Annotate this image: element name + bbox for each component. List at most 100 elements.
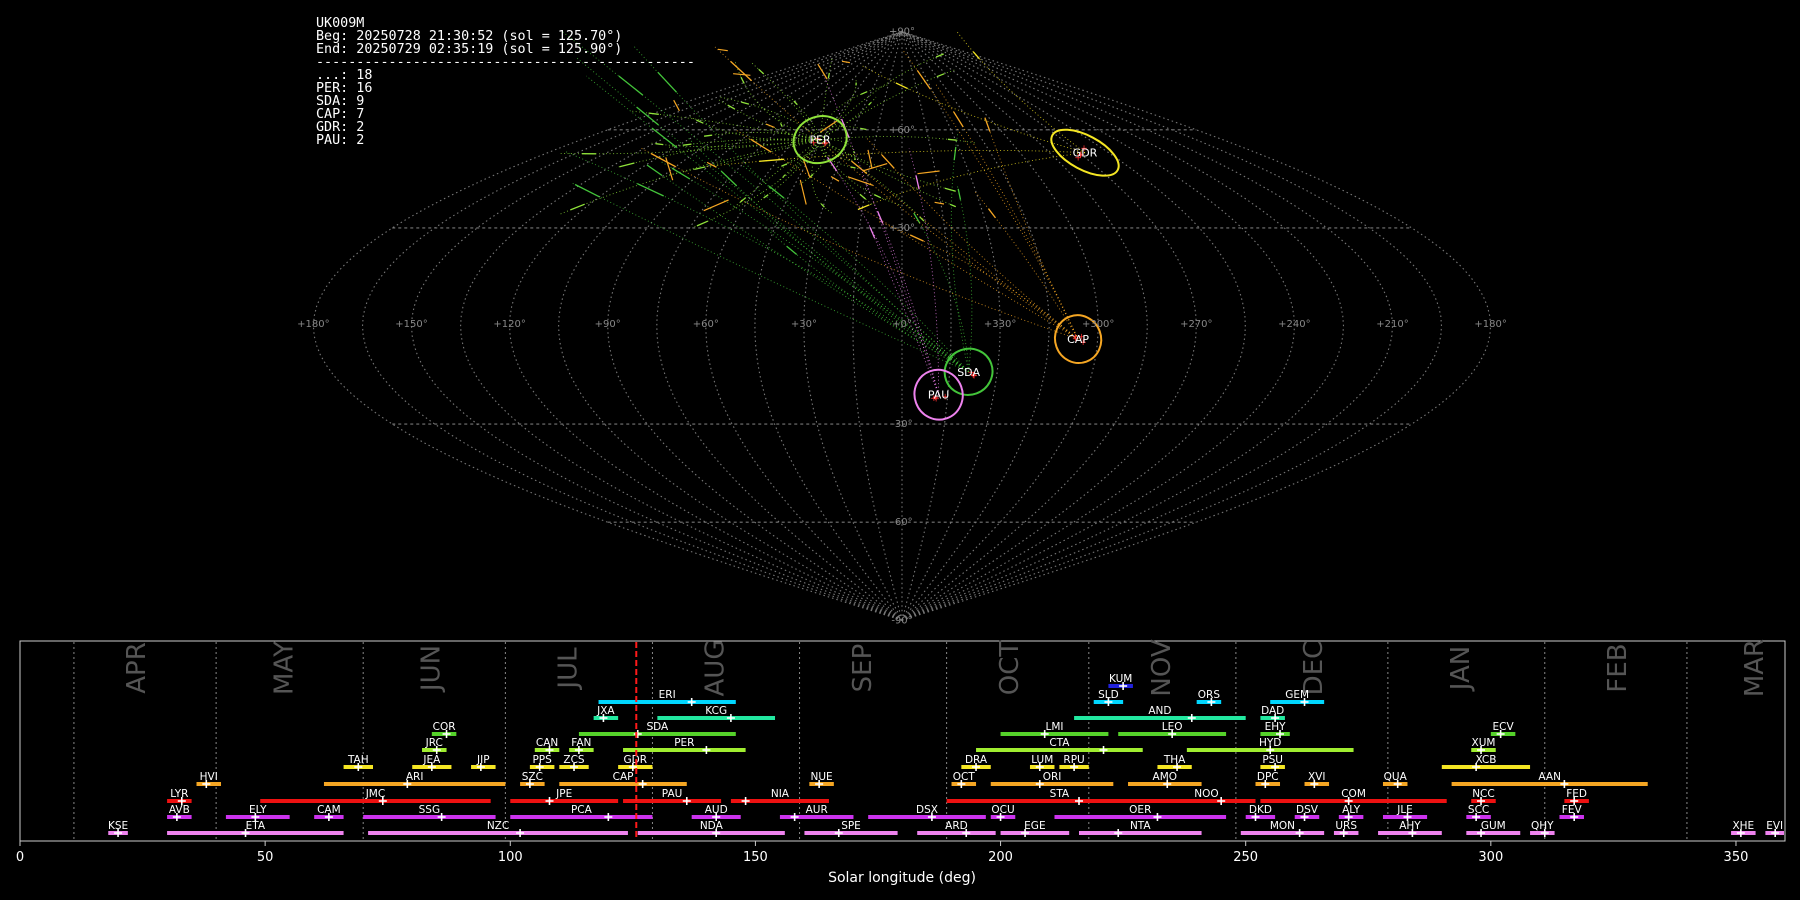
- longitude-label: +330°: [984, 319, 1016, 330]
- meridian-line: [901, 31, 1197, 621]
- shower-label: PCA: [571, 804, 593, 816]
- shower-label: SZC: [522, 771, 543, 783]
- shower-label: COR: [433, 721, 456, 733]
- meteor-segment: [780, 123, 783, 127]
- meteor-track-path: [973, 189, 1079, 340]
- shower-label: ERI: [659, 689, 676, 701]
- shower-label: JEA: [422, 754, 441, 766]
- count-cap: CAP: 7: [316, 107, 365, 122]
- shower-label: ETA: [246, 820, 266, 832]
- meteor-segment: [741, 101, 750, 105]
- meteor-segment: [574, 183, 600, 198]
- meteor-segment: [936, 73, 945, 78]
- shower-label: DSX: [916, 804, 938, 816]
- shower-label: DRA: [965, 754, 988, 766]
- shower-label: LYR: [170, 788, 188, 800]
- meteor-track-path: [819, 139, 957, 192]
- shower-label: CAP: [613, 771, 634, 783]
- shower-label: ORS: [1198, 689, 1221, 701]
- meteor-segment: [759, 158, 784, 162]
- sporadic-meteor: [841, 60, 850, 64]
- sporadic-meteor: [717, 48, 728, 52]
- meteor-track-path: [950, 131, 970, 372]
- shower-label: DAD: [1261, 705, 1284, 717]
- longitude-label: +30°: [791, 319, 817, 330]
- meteor-track-path: [819, 69, 956, 140]
- sporadic-meteor: [703, 199, 729, 212]
- shower-label: JPE: [555, 788, 572, 800]
- shower-label: SPE: [841, 820, 861, 832]
- meteor-segment: [949, 203, 956, 208]
- meridian-line: [803, 31, 903, 621]
- month-label: JUN: [416, 645, 446, 693]
- shower-label: OER: [1129, 804, 1151, 816]
- radiant-circles: +++ +PER++++GDR++++CAP++++SDA++++PAU: [792, 115, 1120, 421]
- longitude-label: +180°: [1474, 319, 1506, 330]
- meteor-segment: [650, 152, 676, 168]
- shower-label: OCU: [991, 804, 1014, 816]
- shower-label: XHE: [1732, 820, 1754, 832]
- observation-info: UK009M Beg: 20250728 21:30:52 (sol = 125.…: [316, 17, 695, 147]
- month-label: AUG: [701, 640, 731, 697]
- shower-label: GUM: [1481, 820, 1506, 832]
- meteor-track-path: [713, 45, 1079, 340]
- shower-label: LEO: [1162, 721, 1183, 733]
- sporadic-meteor: [765, 123, 775, 129]
- shower-label: NCC: [1472, 788, 1495, 800]
- shower-label: AMO: [1153, 771, 1178, 783]
- shower-label: FEV: [1562, 804, 1583, 816]
- count-sda: SDA: 9: [316, 94, 365, 109]
- meteor-track-path: [751, 62, 821, 140]
- meteor-segment: [944, 187, 956, 192]
- shower-label: THA: [1163, 754, 1186, 766]
- latitude-label: +90°: [889, 27, 915, 38]
- meteor-segment: [704, 134, 712, 137]
- meteor-segment: [853, 158, 857, 161]
- shower-label: SDA: [646, 721, 669, 733]
- longitude-label: +210°: [1376, 319, 1408, 330]
- shower-label: CAN: [536, 737, 558, 749]
- shower-label: JXA: [596, 705, 615, 717]
- x-tick-label: 200: [988, 850, 1013, 865]
- shower-label: CTA: [1049, 737, 1070, 749]
- meteor-track-path: [661, 161, 969, 373]
- meteor-segment: [720, 170, 738, 187]
- shower-label: QUA: [1384, 771, 1408, 783]
- sporadic-meteor: [799, 179, 807, 205]
- longitude-label: +60°: [693, 319, 719, 330]
- month-label: APR: [122, 642, 152, 694]
- shower-label: PAU: [662, 788, 683, 800]
- x-tick-label: 50: [257, 850, 274, 865]
- shower-label: NTA: [1130, 820, 1151, 832]
- shower-label: JIP: [476, 754, 490, 766]
- latitude-label: +60°: [889, 125, 915, 136]
- count-per: PER: 16: [316, 81, 373, 96]
- count-gdr: GDR: 2: [316, 120, 365, 135]
- x-tick-label: 0: [16, 850, 24, 865]
- sporadic-meteor: [665, 157, 674, 181]
- shower-label: SCC: [1468, 804, 1489, 816]
- x-tick-label: 250: [1233, 850, 1258, 865]
- shower-label: DKD: [1249, 804, 1272, 816]
- meteor-track-path: [866, 220, 940, 395]
- shower-label: JLE: [1396, 804, 1413, 816]
- longitude-label: +120°: [493, 319, 525, 330]
- shower-label: ZCS: [563, 754, 585, 766]
- shower-label: STA: [1050, 788, 1070, 800]
- shower-label: AUR: [806, 804, 828, 816]
- meteor-track-path: [734, 129, 1079, 340]
- meteor-track-path: [819, 139, 931, 229]
- meteor-track-path: [741, 164, 969, 373]
- shower-label: HYD: [1259, 737, 1281, 749]
- shower-label: NOO: [1194, 788, 1218, 800]
- meteor-segment: [869, 226, 876, 239]
- shower-label: FED: [1566, 788, 1587, 800]
- x-tick-label: 150: [743, 850, 768, 865]
- shower-label: TAH: [347, 754, 369, 766]
- shower-label: AAN: [1538, 771, 1561, 783]
- month-label: SEP: [848, 644, 878, 693]
- month-label: NOV: [1147, 639, 1177, 696]
- meteor-track-path: [702, 132, 821, 141]
- meteor-segment: [947, 138, 957, 141]
- longitude-label: +150°: [395, 319, 427, 330]
